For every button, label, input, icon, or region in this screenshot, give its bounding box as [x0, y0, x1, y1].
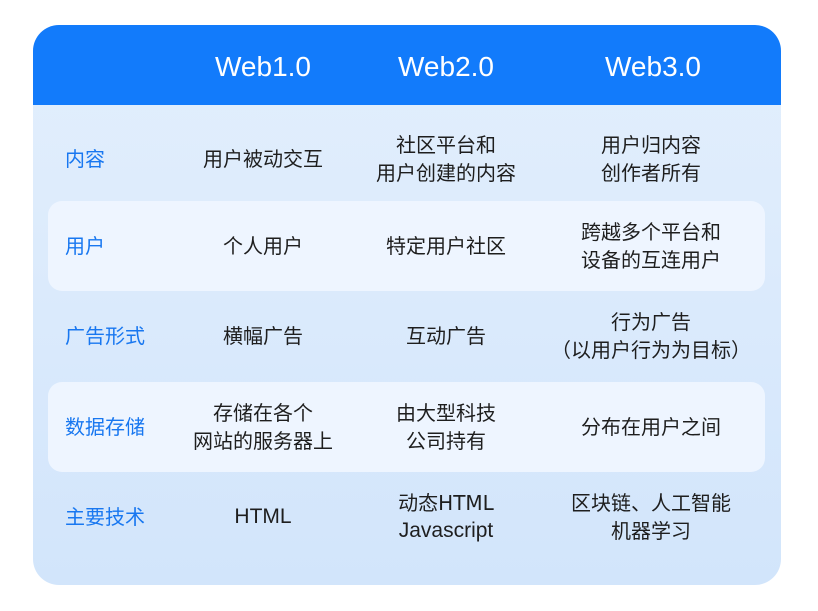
cell-line: 用户创建的内容: [376, 161, 516, 185]
row-label: 主要技术: [65, 505, 145, 529]
row-label: 数据存储: [65, 415, 145, 439]
cell-web3: 区块链、人工智能 机器学习: [541, 473, 761, 561]
cell-web3: 用户归内容创作者所有: [541, 115, 761, 203]
cell-web1: HTML: [163, 473, 363, 561]
cell-web2: 由大型科技 公司持有: [346, 382, 546, 472]
table-row: 数据存储 存储在各个 网站的服务器上 由大型科技 公司持有 分布在用户之间: [33, 382, 781, 472]
cell-line: 创作者所有: [601, 161, 701, 185]
cell-line: 存储在各个: [213, 401, 313, 425]
header-web1: Web1.0: [215, 51, 311, 82]
table-row: 内容 用户被动交互 社区平台和 用户创建的内容 用户归内容 创作者所有: [33, 115, 781, 203]
cell-line: 机器学习: [611, 519, 691, 543]
table-row: 主要技术 HTML 动态HTML Javascript 区块链、人工智能 机器学习: [33, 473, 781, 561]
cell-line: 动态HTML: [398, 491, 494, 515]
row-label: 广告形式: [65, 324, 145, 348]
cell-web2: 动态HTML Javascript: [346, 473, 546, 561]
cell-line: 分布在用户之间: [581, 415, 721, 439]
cell-line: 个人用户: [223, 234, 303, 258]
cell-web1: 个人用户: [163, 201, 363, 291]
cell-line: 跨越多个平台和: [581, 220, 721, 244]
header-web2: Web2.0: [398, 51, 494, 82]
table-header: Web1.0 Web2.0 Web3.0: [33, 25, 781, 105]
cell-line: 社区平台和: [396, 133, 496, 157]
cell-line: 行为广告: [611, 310, 691, 334]
cell-web3: 跨越多个平台和 设备的互连用户: [541, 201, 761, 291]
cell-line: 用户归内容: [601, 133, 701, 157]
comparison-table: Web1.0 Web2.0 Web3.0 内容 用户被动交互 社区平台和 用户创建的内…: [33, 25, 781, 585]
cell-web1: 存储在各个网站的服务器上: [163, 382, 363, 472]
cell-line: 互动广告: [406, 324, 486, 348]
table-row: 广告形式 横幅广告 互动广告 行为广告 （以用户行为为目标）: [33, 293, 781, 379]
cell-line: Javascript: [398, 519, 494, 542]
cell-line: 横幅广告: [223, 324, 303, 348]
cell-line: 网站的服务器上: [193, 429, 333, 453]
cell-line: HTML: [234, 505, 292, 528]
cell-line: 用户被动交互: [203, 147, 323, 171]
cell-line: 公司持有: [406, 429, 486, 453]
row-label: 用户: [65, 234, 105, 258]
cell-web1: 横幅广告: [163, 293, 363, 379]
cell-line: 特定用户社区: [386, 234, 506, 258]
cell-web3: 分布在用户之间: [541, 382, 761, 472]
header-web3: Web3.0: [605, 51, 701, 82]
cell-line: 区块链、人工智能: [571, 491, 731, 515]
cell-line: （以用户行为为目标）: [551, 338, 751, 362]
cell-web2: 特定用户社区: [346, 201, 546, 291]
row-label: 内容: [65, 147, 105, 171]
cell-line: 由大型科技: [396, 401, 496, 425]
table-row: 用户 个人用户 特定用户社区 跨越多个平台和 设备的互连用户: [33, 201, 781, 291]
cell-web3: 行为广告 （以用户行为为目标）: [541, 293, 761, 379]
cell-line: 设备的互连用户: [581, 248, 721, 272]
cell-web2: 互动广告: [346, 293, 546, 379]
cell-web1: 用户被动交互: [163, 115, 363, 203]
cell-web2: 社区平台和用户创建的内容: [346, 115, 546, 203]
